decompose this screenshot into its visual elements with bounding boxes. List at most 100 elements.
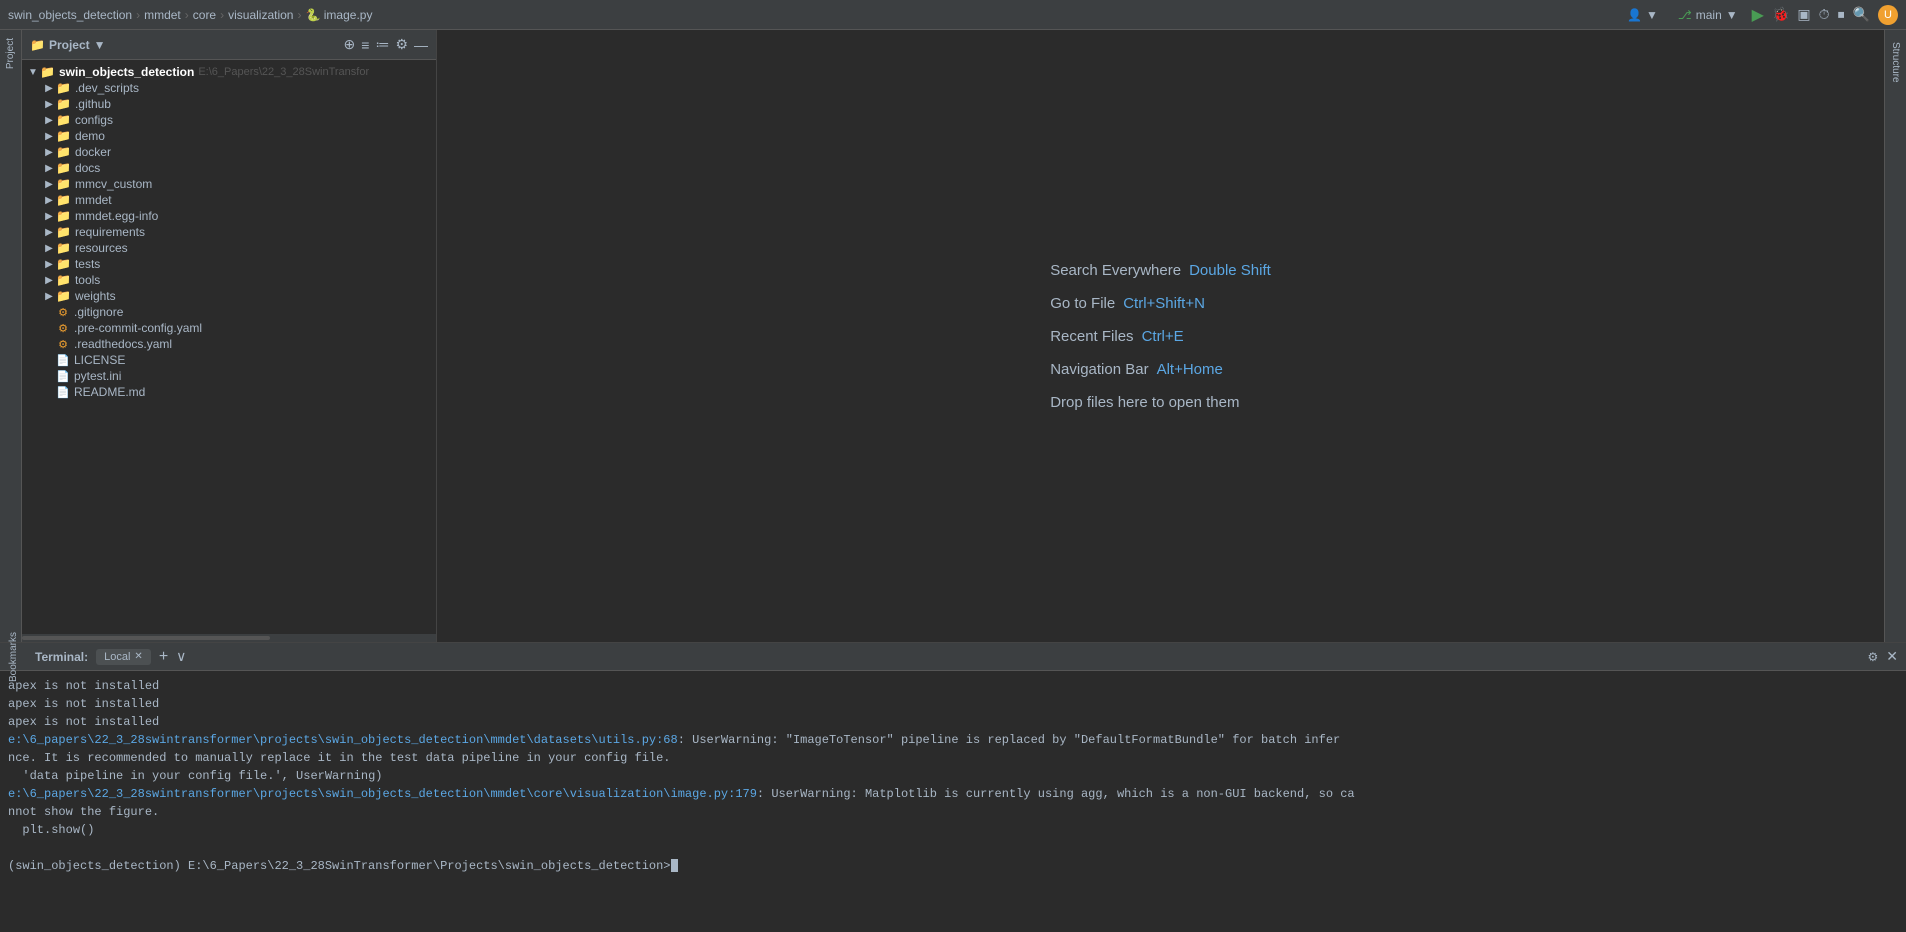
root-path: E:\6_Papers\22_3_28SwinTransfor xyxy=(198,66,369,78)
drop-hint-label: Drop files here to open them xyxy=(1050,394,1239,411)
right-panel: Structure xyxy=(1884,30,1906,642)
hint-search-everywhere: Search Everywhere Double Shift xyxy=(1050,262,1271,279)
debug-button[interactable]: 🐞 xyxy=(1772,6,1789,23)
hint-shortcut-search: Double Shift xyxy=(1189,262,1271,279)
sep-4: › xyxy=(297,8,301,22)
file-icon: 📄 xyxy=(56,354,70,367)
item-label: .readthedocs.yaml xyxy=(74,337,172,351)
item-label: LICENSE xyxy=(74,353,125,367)
terminal-line-4: e:\6_papers\22_3_28swintransformer\proje… xyxy=(8,731,1898,767)
item-label: configs xyxy=(75,113,113,127)
item-label: .github xyxy=(75,97,111,111)
terminal-line-2: apex is not installed xyxy=(8,695,1898,713)
expand-icon[interactable]: ≔ xyxy=(375,36,389,53)
item-label: weights xyxy=(75,289,116,303)
coverage-button[interactable]: ▣ xyxy=(1797,6,1810,23)
breadcrumb: swin_objects_detection › mmdet › core › … xyxy=(8,8,1621,22)
item-label: requirements xyxy=(75,225,145,239)
terminal-close-button[interactable]: ✕ xyxy=(1886,648,1898,665)
tree-item-license[interactable]: 📄 LICENSE xyxy=(22,352,436,368)
tree-item-resources[interactable]: ▶ 📁 resources xyxy=(22,240,436,256)
terminal-link-1[interactable]: e:\6_papers\22_3_28swintransformer\proje… xyxy=(8,733,678,747)
hint-label-recent: Recent Files xyxy=(1050,328,1133,345)
file-icon: ⚙ xyxy=(56,338,70,351)
project-panel: 📁 Project ▼ ⊕ ≡ ≔ ⚙ — ▼ 📁 swin_objects_d… xyxy=(22,30,437,642)
project-tab[interactable]: Project xyxy=(3,30,18,77)
tree-item-tools[interactable]: ▶ 📁 tools xyxy=(22,272,436,288)
project-title: 📁 Project ▼ xyxy=(30,38,106,52)
branch-selector[interactable]: ⎇ main ▼ xyxy=(1672,6,1744,24)
tree-item-mmdet-egg-info[interactable]: ▶ 📁 mmdet.egg-info xyxy=(22,208,436,224)
run-button[interactable]: ▶ xyxy=(1752,5,1764,25)
top-bar: swin_objects_detection › mmdet › core › … xyxy=(0,0,1906,30)
folder-icon: 📁 xyxy=(56,289,71,303)
terminal-close-tab-icon[interactable]: ✕ xyxy=(134,651,142,662)
arrow: ▶ xyxy=(42,83,56,94)
locate-icon[interactable]: ⊕ xyxy=(344,36,356,53)
tree-root[interactable]: ▼ 📁 swin_objects_detection E:\6_Papers\2… xyxy=(22,64,436,80)
tree-item-pytest-ini[interactable]: 📄 pytest.ini xyxy=(22,368,436,384)
arrow: ▶ xyxy=(42,211,56,222)
structure-tab[interactable]: Structure xyxy=(1888,34,1903,91)
tree-item-configs[interactable]: ▶ 📁 configs xyxy=(22,112,436,128)
bookmarks-tab[interactable]: Bookmarks xyxy=(8,632,19,682)
add-terminal-button[interactable]: + xyxy=(159,648,168,666)
terminal-line-7: plt.show() xyxy=(8,821,1898,839)
tree-item-mmdet[interactable]: ▶ 📁 mmdet xyxy=(22,192,436,208)
breadcrumb-item-2[interactable]: mmdet xyxy=(144,8,181,22)
item-label: README.md xyxy=(74,385,145,399)
tree-item-docs[interactable]: ▶ 📁 docs xyxy=(22,160,436,176)
root-folder-icon: 📁 xyxy=(40,65,55,79)
tree-item-readthedocs[interactable]: ⚙ .readthedocs.yaml xyxy=(22,336,436,352)
breadcrumb-item-4[interactable]: visualization xyxy=(228,8,293,22)
tree-item-weights[interactable]: ▶ 📁 weights xyxy=(22,288,436,304)
user-menu[interactable]: 👤 ▼ xyxy=(1621,6,1664,24)
root-arrow: ▼ xyxy=(26,67,40,78)
item-label: mmcv_custom xyxy=(75,177,152,191)
arrow: ▶ xyxy=(42,259,56,270)
arrow: ▶ xyxy=(42,179,56,190)
search-everywhere-button[interactable]: 🔍 xyxy=(1853,6,1870,23)
user-icon: 👤 xyxy=(1627,8,1642,22)
arrow: ▶ xyxy=(42,131,56,142)
file-icon: ⚙ xyxy=(56,306,70,319)
tree-item-docker[interactable]: ▶ 📁 docker xyxy=(22,144,436,160)
breadcrumb-item-5[interactable]: 🐍 image.py xyxy=(305,8,372,22)
folder-icon: 📁 xyxy=(30,38,45,52)
minimize-icon[interactable]: — xyxy=(414,37,428,53)
folder-icon: 📁 xyxy=(56,161,71,175)
tree-item-precommit[interactable]: ⚙ .pre-commit-config.yaml xyxy=(22,320,436,336)
tree-item-mmcv-custom[interactable]: ▶ 📁 mmcv_custom xyxy=(22,176,436,192)
tree-item-github[interactable]: ▶ 📁 .github xyxy=(22,96,436,112)
tree-item-gitignore[interactable]: ⚙ .gitignore xyxy=(22,304,436,320)
item-label: docs xyxy=(75,161,100,175)
terminal-local-tab[interactable]: Local ✕ xyxy=(96,649,151,665)
terminal-link-2[interactable]: e:\6_papers\22_3_28swintransformer\proje… xyxy=(8,787,757,801)
folder-icon: 📁 xyxy=(56,241,71,255)
editor-area: Search Everywhere Double Shift Go to Fil… xyxy=(437,30,1884,642)
terminal-cursor xyxy=(671,859,678,872)
terminal-label: Terminal: xyxy=(35,650,88,664)
collapse-icon[interactable]: ≡ xyxy=(361,37,369,53)
tree-item-dev-scripts[interactable]: ▶ 📁 .dev_scripts xyxy=(22,80,436,96)
profile-button[interactable]: ⏱ xyxy=(1819,6,1830,23)
arrow: ▶ xyxy=(42,227,56,238)
welcome-hints: Search Everywhere Double Shift Go to Fil… xyxy=(1050,262,1271,411)
breadcrumb-item-1[interactable]: swin_objects_detection xyxy=(8,8,132,22)
terminal-more-button[interactable]: ∨ xyxy=(176,648,186,665)
terminal-content[interactable]: apex is not installed apex is not instal… xyxy=(0,671,1906,932)
breadcrumb-item-3[interactable]: core xyxy=(193,8,216,22)
folder-icon: 📁 xyxy=(56,129,71,143)
terminal-settings-icon[interactable]: ⚙ xyxy=(1868,650,1879,664)
hint-label-nav: Navigation Bar xyxy=(1050,361,1148,378)
arrow: ▶ xyxy=(42,243,56,254)
project-chevron[interactable]: ▼ xyxy=(94,38,106,52)
tree-item-demo[interactable]: ▶ 📁 demo xyxy=(22,128,436,144)
folder-icon: 📁 xyxy=(56,193,71,207)
folder-icon: 📁 xyxy=(56,209,71,223)
settings-icon[interactable]: ⚙ xyxy=(395,36,408,53)
tree-item-requirements[interactable]: ▶ 📁 requirements xyxy=(22,224,436,240)
tree-item-readme[interactable]: 📄 README.md xyxy=(22,384,436,400)
stop-button[interactable]: ⏹ xyxy=(1838,6,1845,23)
tree-item-tests[interactable]: ▶ 📁 tests xyxy=(22,256,436,272)
